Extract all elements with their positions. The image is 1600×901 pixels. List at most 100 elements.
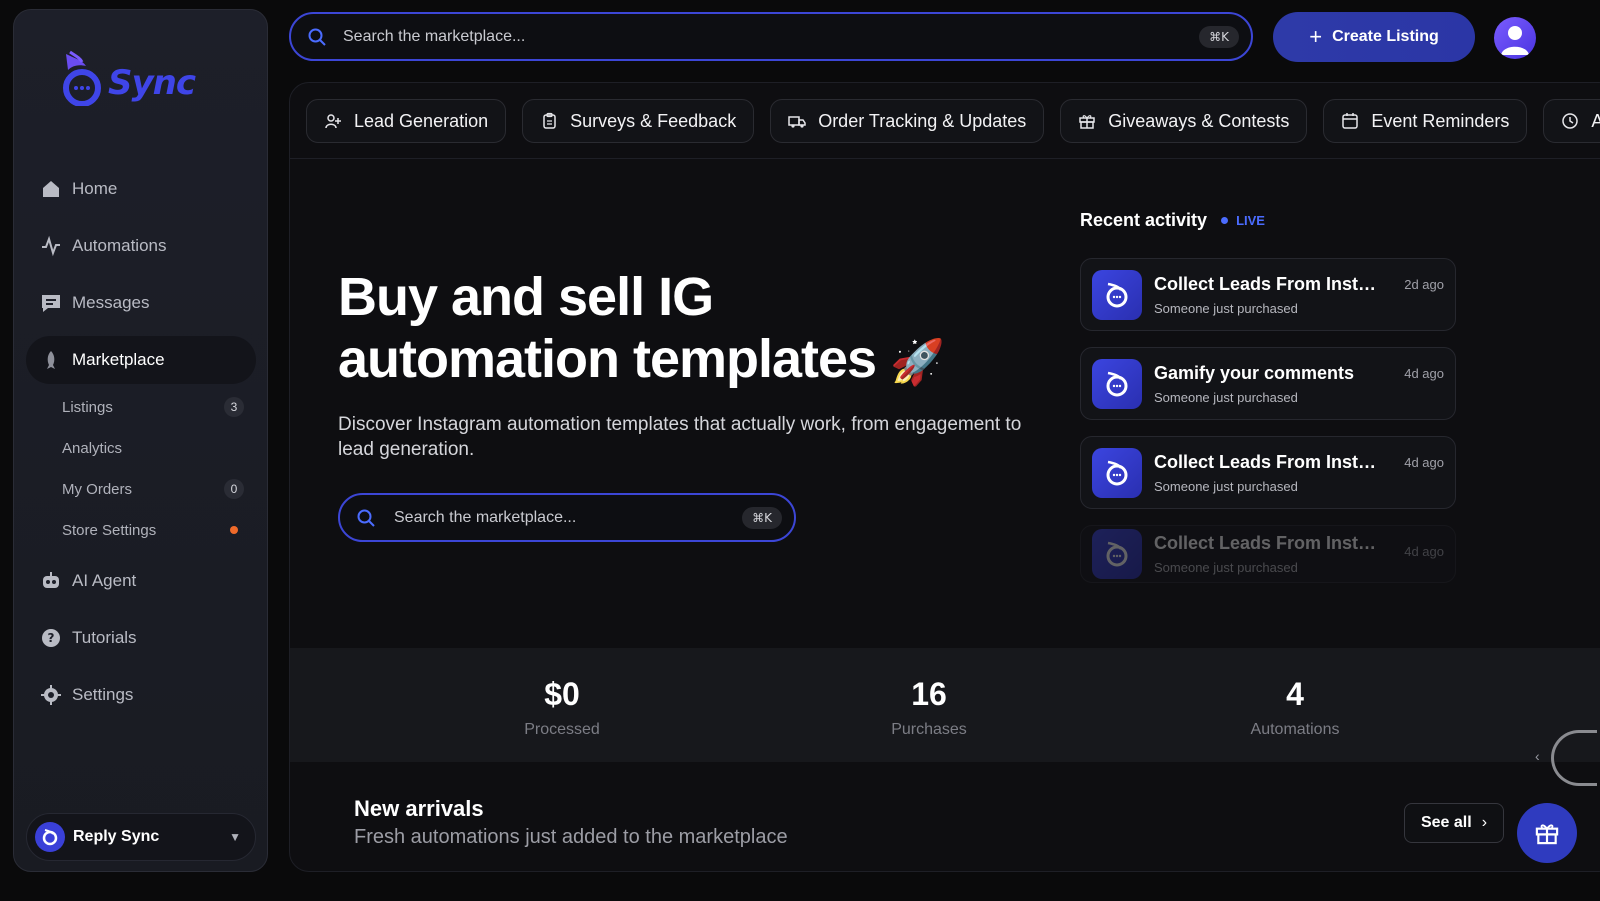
nav-settings[interactable]: Settings: [26, 671, 256, 719]
divider: [290, 158, 1600, 159]
chip-label: App: [1591, 111, 1600, 132]
activity-time: 4d ago: [1404, 544, 1444, 559]
new-arrivals-subtitle: Fresh automations just added to the mark…: [354, 826, 788, 848]
nav-messages[interactable]: Messages: [26, 279, 256, 327]
activity-subtitle: Someone just purchased: [1154, 389, 1298, 405]
category-chip-lead-generation[interactable]: Lead Generation: [306, 99, 507, 143]
keyboard-shortcut: ⌘K: [1199, 25, 1239, 48]
activity-title: Collect Leads From Instagram: [1154, 451, 1386, 472]
user-icon: [1501, 26, 1529, 55]
clipboard-icon: [540, 112, 558, 130]
hero-title-line2: automation templates: [338, 329, 877, 389]
chip-label: Surveys & Feedback: [570, 110, 737, 131]
rocket-emoji: 🚀: [890, 337, 945, 388]
user-avatar[interactable]: [1494, 17, 1536, 59]
category-chip-app[interactable]: App: [1543, 99, 1600, 143]
template-thumbnail: [1092, 358, 1142, 409]
nav-label: Home: [72, 179, 118, 198]
nav-label: Marketplace: [72, 350, 165, 369]
nav-label: Tutorials: [72, 628, 137, 647]
nav-ai-agent[interactable]: AI Agent: [26, 557, 256, 605]
stat-value: 4: [1286, 676, 1304, 712]
nav-label: Messages: [72, 293, 150, 312]
clock-icon: [1561, 112, 1579, 130]
truck-icon: [788, 112, 806, 130]
create-listing-button[interactable]: + Create Listing: [1273, 12, 1475, 62]
status-dot: [230, 526, 238, 534]
hero-search-input[interactable]: Search the marketplace... ⌘K: [338, 493, 796, 542]
template-thumbnail: [1092, 447, 1142, 498]
sub-label: Listings: [62, 398, 113, 416]
chevron-right-icon: ›: [1481, 814, 1488, 831]
search-icon: [357, 509, 375, 527]
nav-automations[interactable]: Automations: [26, 222, 256, 270]
gift-icon: [1535, 824, 1559, 845]
nav-label: AI Agent: [72, 571, 137, 590]
brand-name: Sync: [108, 63, 196, 103]
category-chip-giveaways[interactable]: Giveaways & Contests: [1060, 99, 1308, 143]
nav-marketplace[interactable]: Marketplace: [26, 336, 256, 384]
hero-title-line1: Buy and sell IG: [338, 267, 714, 327]
account-name: Reply Sync: [73, 828, 160, 845]
message-icon: [40, 292, 62, 314]
activity-title: Collect Leads From Instagram: [1154, 273, 1386, 294]
chevron-left-icon[interactable]: ‹: [1535, 748, 1540, 764]
calendar-icon: [1341, 112, 1359, 130]
rocket-icon: [40, 349, 62, 371]
svg-text:?: ?: [48, 631, 55, 645]
category-bar: Lead Generation Surveys & Feedback Order…: [306, 99, 1600, 143]
stats-bar: $0 Processed 16 Purchases 4 Automations: [290, 648, 1600, 762]
template-thumbnail: [1092, 529, 1142, 579]
plus-icon: +: [1309, 24, 1323, 49]
stat-processed: $0 Processed: [412, 676, 712, 739]
count-badge: 3: [224, 397, 244, 417]
chip-label: Order Tracking & Updates: [818, 110, 1027, 131]
user-plus-icon: [324, 112, 342, 130]
sidebar: Sync Home Automations Messages Marketpla…: [13, 9, 268, 872]
stat-value: $0: [544, 676, 580, 712]
activity-item[interactable]: Collect Leads From Instagram Someone jus…: [1080, 436, 1456, 509]
search-icon: [308, 28, 326, 46]
stat-label: Automations: [1250, 721, 1340, 738]
nav-tutorials[interactable]: ? Tutorials: [26, 614, 256, 662]
see-all-label: See all: [1420, 814, 1472, 831]
avatar: [35, 822, 65, 852]
template-thumbnail: [1092, 269, 1142, 320]
gift-icon: [1078, 112, 1096, 130]
keyboard-shortcut: ⌘K: [742, 506, 782, 529]
chevron-down-icon: ▼: [229, 830, 241, 844]
stat-label: Purchases: [891, 721, 967, 738]
activity-subtitle: Someone just purchased: [1154, 478, 1298, 494]
brand-logo[interactable]: Sync: [56, 50, 196, 106]
account-switcher[interactable]: Reply Sync ▼: [26, 813, 256, 861]
sidebar-item-store-settings[interactable]: Store Settings: [62, 519, 244, 541]
live-label: LIVE: [1236, 213, 1265, 228]
sub-label: Analytics: [62, 439, 123, 457]
stat-automations: 4 Automations: [1145, 676, 1445, 739]
sub-label: My Orders: [62, 480, 133, 498]
search-placeholder: Search the marketplace...: [343, 27, 526, 45]
activity-time: 4d ago: [1404, 455, 1444, 470]
gear-icon: [40, 684, 62, 706]
help-icon: ?: [40, 627, 62, 649]
home-icon: [40, 178, 62, 200]
activity-title: Gamify your comments: [1154, 362, 1355, 383]
stat-purchases: 16 Purchases: [779, 676, 1079, 739]
hero-title: Buy and sell IG automation templates 🚀: [338, 266, 1038, 394]
category-chip-order-tracking[interactable]: Order Tracking & Updates: [770, 99, 1045, 143]
see-all-button[interactable]: See all ›: [1404, 803, 1504, 843]
search-input[interactable]: Search the marketplace... ⌘K: [289, 12, 1253, 61]
marketplace-main: Lead Generation Surveys & Feedback Order…: [289, 82, 1600, 872]
category-chip-event-reminders[interactable]: Event Reminders: [1323, 99, 1528, 143]
activity-item[interactable]: Collect Leads From Instagram Someone jus…: [1080, 525, 1456, 583]
activity-item[interactable]: Collect Leads From Instagram Someone jus…: [1080, 258, 1456, 331]
gift-button[interactable]: [1517, 803, 1577, 863]
activity-item[interactable]: Gamify your comments Someone just purcha…: [1080, 347, 1456, 420]
category-chip-surveys[interactable]: Surveys & Feedback: [522, 99, 755, 143]
sidebar-item-analytics[interactable]: Analytics: [62, 437, 244, 459]
stat-label: Processed: [524, 721, 600, 738]
nav-home[interactable]: Home: [26, 165, 256, 213]
sidebar-item-listings[interactable]: Listings 3: [62, 396, 244, 418]
activity-time: 4d ago: [1404, 366, 1444, 381]
sidebar-item-my-orders[interactable]: My Orders 0: [62, 478, 244, 500]
